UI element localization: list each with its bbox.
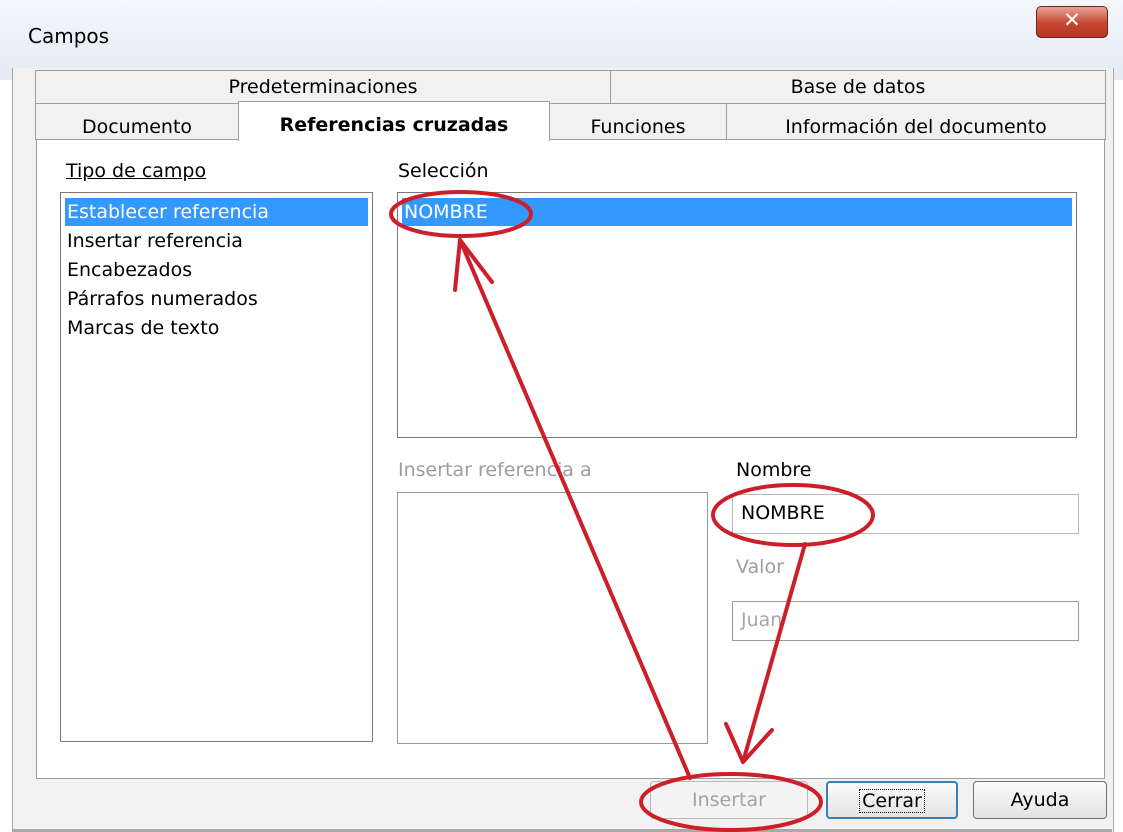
list-item-establecer-referencia[interactable]: Establecer referencia <box>65 198 368 226</box>
tipo-de-campo-label: Tipo de campo <box>66 160 206 182</box>
close-button[interactable]: ✕ <box>1036 6 1108 38</box>
tipo-de-campo-list[interactable]: Establecer referencia Insertar referenci… <box>60 192 373 742</box>
list-item-encabezados[interactable]: Encabezados <box>65 256 368 284</box>
valor-label: Valor <box>736 556 784 578</box>
insertar-referencia-list[interactable] <box>397 492 708 744</box>
tab-referencias-cruzadas[interactable]: Referencias cruzadas <box>238 101 550 141</box>
tipo-de-campo-label-text: Tipo de campo <box>66 160 207 182</box>
seleccion-label: Selección <box>398 160 489 182</box>
campos-dialog: Campos ✕ Predeterminaciones Base de dato… <box>0 0 1123 832</box>
nombre-label: Nombre <box>736 459 812 481</box>
insertar-referencia-label: Insertar referencia a <box>398 459 592 481</box>
window-title: Campos <box>28 24 110 48</box>
tab-predeterminaciones[interactable]: Predeterminaciones <box>35 70 611 104</box>
cerrar-button[interactable]: Cerrar <box>826 781 958 819</box>
valor-input[interactable]: Juan <box>732 601 1079 641</box>
cerrar-button-label: Cerrar <box>859 789 925 813</box>
seleccion-list[interactable]: NOMBRE <box>397 192 1077 438</box>
list-item-marcas-de-texto[interactable]: Marcas de texto <box>65 314 368 342</box>
tab-documento[interactable]: Documento <box>35 103 239 140</box>
tab-informacion-documento[interactable]: Información del documento <box>726 103 1106 140</box>
insertar-button[interactable]: Insertar <box>650 781 808 819</box>
tab-funciones[interactable]: Funciones <box>549 103 727 140</box>
nombre-input[interactable]: NOMBRE <box>732 494 1079 534</box>
close-icon: ✕ <box>1063 8 1081 32</box>
list-item-insertar-referencia[interactable]: Insertar referencia <box>65 227 368 255</box>
tab-base-de-datos[interactable]: Base de datos <box>610 70 1106 104</box>
list-item-nombre[interactable]: NOMBRE <box>402 198 1072 226</box>
ayuda-button[interactable]: Ayuda <box>973 781 1107 819</box>
list-item-parrafos-numerados[interactable]: Párrafos numerados <box>65 285 368 313</box>
